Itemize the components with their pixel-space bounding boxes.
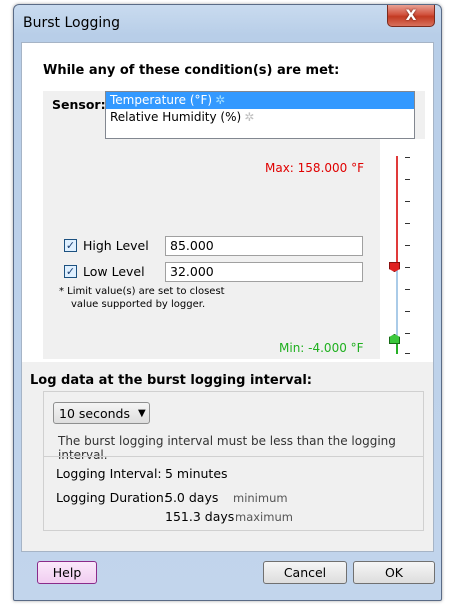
gauge-tick: [405, 179, 410, 180]
gauge-track-mid: [396, 267, 398, 341]
checkmark-icon: ✓: [65, 239, 76, 252]
sensor-item-label: Temperature (°F): [110, 93, 213, 107]
divider: [44, 456, 423, 457]
duration-max-value: 151.3 days: [165, 509, 235, 524]
title-bar[interactable]: Burst Logging X: [14, 5, 441, 41]
logging-interval-value: 5 minutes: [165, 466, 228, 481]
min-value-label: Min: -4.000 °F: [279, 341, 364, 355]
conditions-panel: Sensor: Temperature (°F) ✲ Relative Humid…: [43, 91, 425, 359]
interval-note: The burst logging interval must be less …: [58, 434, 396, 462]
gauge-tick: [405, 333, 410, 334]
high-level-label: High Level: [83, 238, 149, 253]
high-level-row: ✓ High Level: [64, 238, 149, 253]
gauge-track-high: [396, 156, 398, 267]
gauge-tick: [405, 267, 410, 268]
logging-interval-label: Logging Interval:: [56, 466, 162, 481]
duration-min-suffix: minimum: [233, 491, 288, 505]
sensor-item-temperature[interactable]: Temperature (°F) ✲: [106, 92, 414, 109]
dialog-client-area: While any of these condition(s) are met:…: [21, 42, 434, 552]
sensor-item-label: Relative Humidity (%): [110, 110, 242, 124]
cancel-button[interactable]: Cancel: [263, 561, 347, 584]
close-icon: X: [405, 7, 417, 24]
low-level-checkbox[interactable]: ✓: [64, 265, 77, 278]
gauge-tick: [405, 311, 410, 312]
sensor-item-humidity[interactable]: Relative Humidity (%) ✲: [106, 109, 414, 126]
gauge-tick: [405, 157, 410, 158]
sensor-label: Sensor:: [52, 97, 106, 112]
logging-panel: 10 seconds ▼ The burst logging interval …: [43, 391, 424, 531]
help-button[interactable]: Help: [37, 561, 97, 584]
ok-button[interactable]: OK: [353, 561, 435, 584]
gauge-tick: [405, 289, 410, 290]
limit-note-line1: * Limit value(s) are set to closest: [59, 286, 225, 297]
low-level-row: ✓ Low Level: [64, 264, 145, 279]
gauge-tick: [405, 223, 410, 224]
gauge-tick: [405, 353, 410, 354]
low-level-input[interactable]: 32.000: [165, 262, 363, 282]
gauge-tick: [405, 201, 410, 202]
gear-icon[interactable]: ✲: [244, 110, 254, 124]
logging-duration-label: Logging Duration:: [56, 490, 169, 505]
high-level-checkbox[interactable]: ✓: [64, 239, 77, 252]
high-level-input[interactable]: 85.000: [165, 236, 363, 256]
sensor-listbox[interactable]: Temperature (°F) ✲ Relative Humidity (%) ✲: [105, 91, 415, 139]
burst-interval-dropdown[interactable]: 10 seconds ▼: [53, 402, 150, 424]
chevron-down-icon: ▼: [137, 407, 146, 419]
low-level-label: Low Level: [83, 264, 145, 279]
gauge-background: [380, 139, 425, 359]
checkmark-icon: ✓: [65, 265, 76, 278]
conditions-section: While any of these condition(s) are met:…: [22, 43, 433, 362]
duration-min-value: 5.0 days: [165, 490, 219, 505]
gauge-tick: [405, 245, 410, 246]
logging-heading: Log data at the burst logging interval:: [30, 373, 313, 388]
gear-icon[interactable]: ✲: [215, 93, 225, 107]
limit-note-line2: value supported by logger.: [71, 299, 206, 310]
conditions-heading: While any of these condition(s) are met:: [43, 63, 340, 78]
duration-max-suffix: maximum: [235, 510, 293, 524]
window-title: Burst Logging: [23, 15, 121, 31]
close-button[interactable]: X: [387, 5, 435, 27]
burst-interval-value: 10 seconds: [59, 405, 130, 421]
dialog-window: Burst Logging X While any of these condi…: [13, 4, 442, 601]
max-value-label: Max: 158.000 °F: [265, 161, 365, 175]
